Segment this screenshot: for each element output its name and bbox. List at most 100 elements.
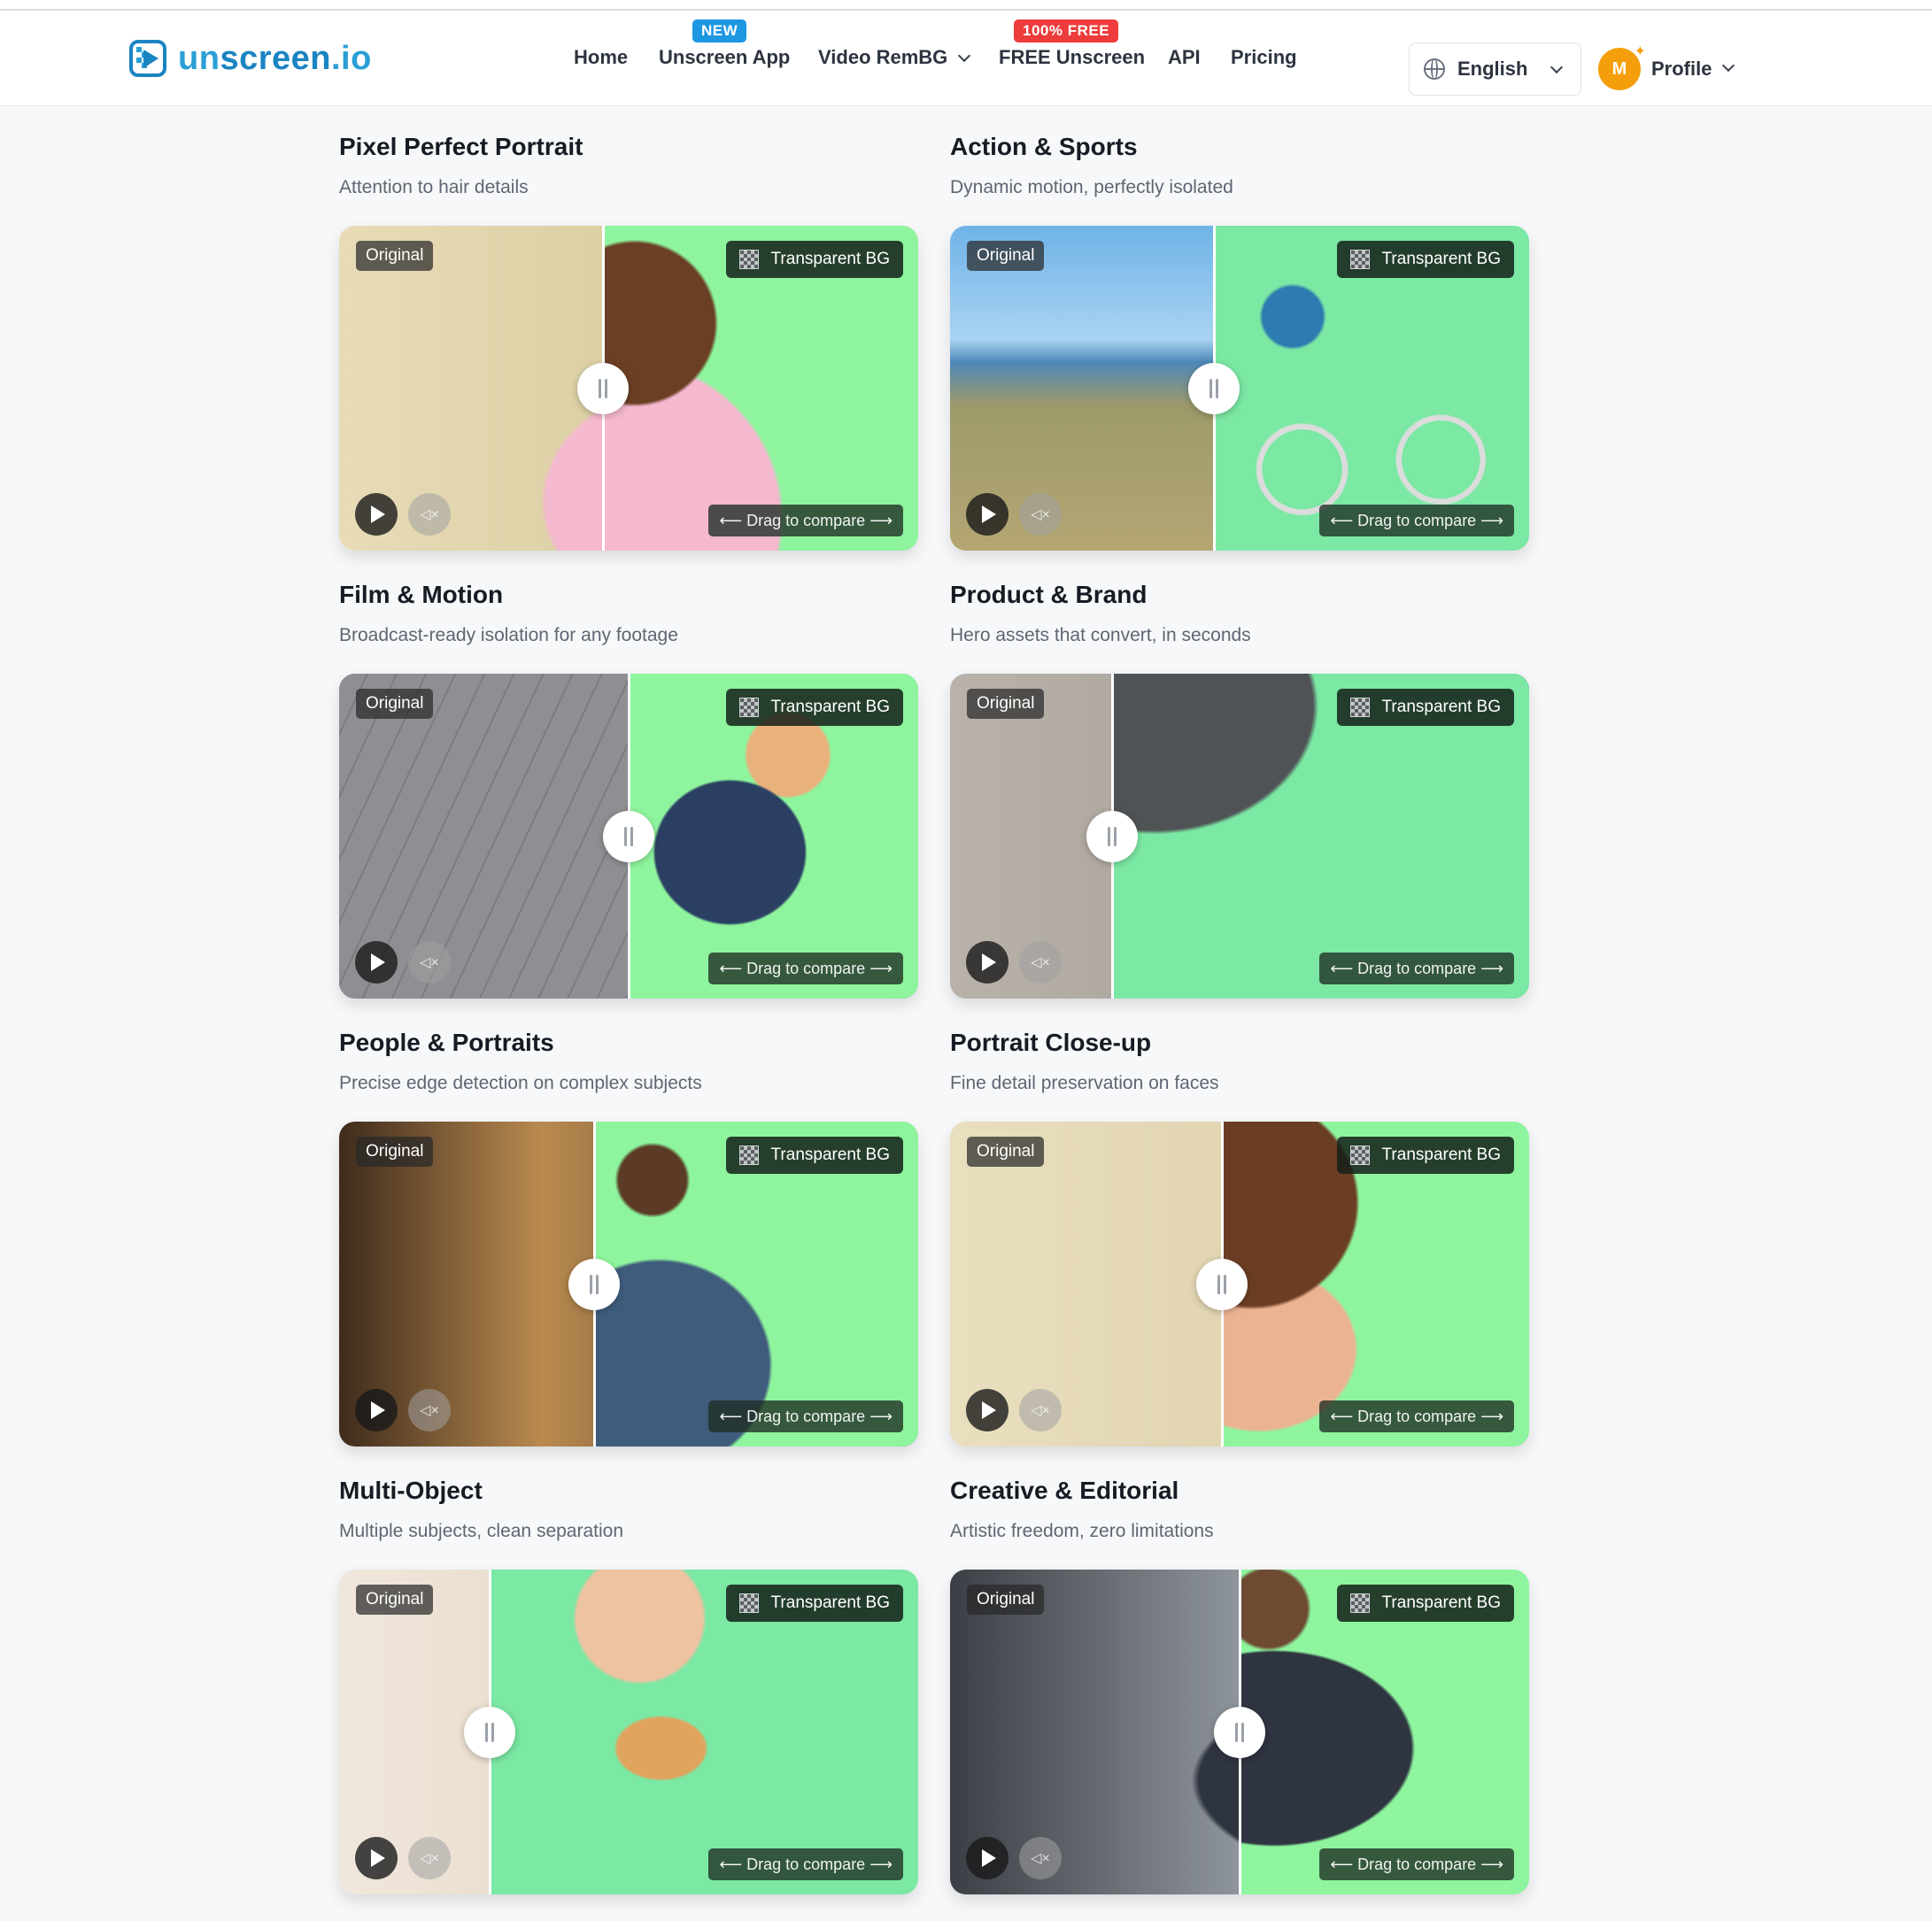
card-subtitle: Fine detail preservation on faces	[950, 1073, 1219, 1093]
card-title: Product & Brand	[950, 581, 1148, 608]
grip-line	[1235, 1723, 1238, 1742]
compare-handle[interactable]	[1086, 811, 1138, 862]
compare-handle[interactable]	[577, 363, 629, 414]
transparent-bg-text: Transparent BG	[1381, 1593, 1501, 1612]
play-button[interactable]	[966, 1837, 1009, 1879]
compare-slider[interactable]: Original Transparent BG ◁× ⟵ Drag to com…	[950, 226, 1529, 551]
profile-menu[interactable]: M ✦ Profile	[1598, 44, 1735, 92]
mute-button[interactable]: ◁×	[1019, 493, 1062, 536]
play-button[interactable]	[966, 493, 1009, 536]
speaker-muted-icon: ◁×	[1031, 955, 1050, 970]
checkerboard-icon	[738, 1593, 759, 1613]
nav-free-unscreen[interactable]: FREE Unscreen	[999, 46, 1145, 69]
grip-line	[596, 1275, 599, 1294]
showcase-card: Pixel Perfect Portrait Attention to hair…	[339, 133, 918, 551]
original-label: Original	[356, 241, 434, 271]
site-header: unscreen.io Home NEW Unscreen App Video …	[0, 11, 1932, 106]
original-label: Original	[356, 1585, 434, 1615]
card-subtitle: Attention to hair details	[339, 177, 529, 197]
speaker-muted-icon: ◁×	[1031, 507, 1050, 522]
transparent-bg-label: Transparent BG	[1336, 1137, 1514, 1174]
grip-line	[599, 379, 601, 398]
showcase-card: Action & Sports Dynamic motion, perfectl…	[950, 133, 1529, 551]
transparent-bg-label: Transparent BG	[1336, 1585, 1514, 1622]
compare-handle[interactable]	[1188, 363, 1240, 414]
speaker-muted-icon: ◁×	[420, 955, 439, 970]
transparent-bg-label: Transparent BG	[725, 241, 903, 278]
play-button[interactable]	[966, 941, 1009, 984]
mute-button[interactable]: ◁×	[1019, 1837, 1062, 1879]
compare-slider[interactable]: Original Transparent BG ◁× ⟵ Drag to com…	[339, 1122, 918, 1447]
chevron-down-icon	[958, 49, 971, 63]
nav-api[interactable]: API	[1168, 46, 1201, 69]
card-subtitle: Dynamic motion, perfectly isolated	[950, 177, 1233, 197]
crown-icon: ✦	[1634, 44, 1646, 59]
checkerboard-icon	[1349, 250, 1370, 269]
compare-slider[interactable]: Original Transparent BG ◁× ⟵ Drag to com…	[339, 674, 918, 999]
speaker-muted-icon: ◁×	[1031, 1403, 1050, 1418]
mute-button[interactable]: ◁×	[1019, 941, 1062, 984]
drag-to-compare-hint: ⟵ Drag to compare ⟶	[1319, 953, 1514, 984]
nav-unscreen-app[interactable]: Unscreen App	[659, 46, 790, 69]
grip-line	[491, 1723, 494, 1742]
compare-slider[interactable]: Original Transparent BG ◁× ⟵ Drag to com…	[950, 1122, 1529, 1447]
compare-slider[interactable]: Original Transparent BG ◁× ⟵ Drag to com…	[950, 1570, 1529, 1894]
compare-handle[interactable]	[1214, 1707, 1265, 1758]
mute-button[interactable]: ◁×	[408, 1837, 451, 1879]
card-title: Film & Motion	[339, 581, 504, 608]
mute-button[interactable]: ◁×	[1019, 1389, 1062, 1431]
grip-line	[1108, 827, 1110, 846]
play-button[interactable]	[355, 941, 398, 984]
original-label: Original	[967, 689, 1045, 719]
language-label: English	[1457, 58, 1528, 80]
compare-slider[interactable]: Original Transparent BG ◁× ⟵ Drag to com…	[339, 1570, 918, 1894]
checkerboard-icon	[1349, 1593, 1370, 1613]
nav-pricing[interactable]: Pricing	[1231, 46, 1297, 69]
original-label: Original	[967, 1137, 1045, 1167]
card-title: Action & Sports	[950, 133, 1138, 160]
checkerboard-icon	[1349, 698, 1370, 717]
logo-icon	[129, 40, 166, 77]
showcase-card: Creative & Editorial Artistic freedom, z…	[950, 1477, 1529, 1894]
mute-button[interactable]: ◁×	[408, 1389, 451, 1431]
play-button[interactable]	[355, 1837, 398, 1879]
profile-label: Profile	[1651, 58, 1712, 80]
transparent-bg-text: Transparent BG	[770, 698, 890, 716]
compare-handle[interactable]	[568, 1259, 620, 1310]
grip-line	[624, 827, 627, 846]
compare-handle[interactable]	[603, 811, 654, 862]
grip-line	[590, 1275, 592, 1294]
card-subtitle: Precise edge detection on complex subjec…	[339, 1073, 702, 1093]
compare-slider[interactable]: Original Transparent BG ◁× ⟵ Drag to com…	[950, 674, 1529, 999]
transparent-bg-text: Transparent BG	[1381, 698, 1501, 716]
compare-handle[interactable]	[464, 1707, 515, 1758]
original-label: Original	[967, 1585, 1045, 1615]
grip-line	[1216, 379, 1218, 398]
brand-logo[interactable]: unscreen.io	[128, 35, 372, 81]
mute-button[interactable]: ◁×	[408, 493, 451, 536]
transparent-bg-text: Transparent BG	[770, 250, 890, 268]
checkerboard-icon	[1349, 1146, 1370, 1165]
nav-video-rembg[interactable]: Video RemBG	[818, 46, 971, 69]
globe-icon	[1424, 58, 1445, 80]
drag-to-compare-hint: ⟵ Drag to compare ⟶	[708, 505, 903, 536]
compare-handle[interactable]	[1196, 1259, 1248, 1310]
speaker-muted-icon: ◁×	[420, 1403, 439, 1418]
play-button[interactable]	[355, 493, 398, 536]
transparent-bg-label: Transparent BG	[725, 689, 903, 726]
card-title: Creative & Editorial	[950, 1477, 1179, 1504]
nav-home[interactable]: Home	[574, 46, 628, 69]
language-selector[interactable]: English	[1409, 42, 1581, 96]
grip-line	[1209, 379, 1212, 398]
checkerboard-icon	[738, 250, 759, 269]
play-button[interactable]	[355, 1389, 398, 1431]
grip-line	[630, 827, 633, 846]
play-button[interactable]	[966, 1389, 1009, 1431]
new-badge: NEW	[692, 19, 747, 42]
browser-top-edge	[0, 0, 1932, 11]
mute-button[interactable]: ◁×	[408, 941, 451, 984]
drag-to-compare-hint: ⟵ Drag to compare ⟶	[1319, 505, 1514, 536]
grip-line	[485, 1723, 488, 1742]
brand-name: unscreen.io	[178, 39, 372, 77]
compare-slider[interactable]: Original Transparent BG ◁× ⟵ Drag to com…	[339, 226, 918, 551]
